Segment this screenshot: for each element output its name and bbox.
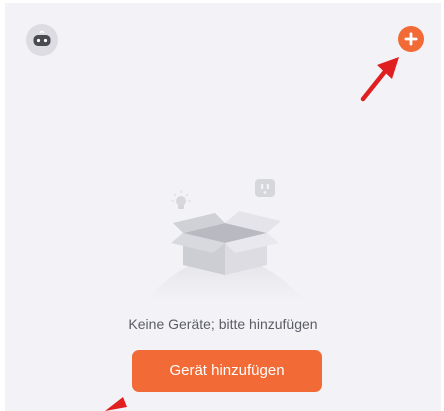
add-device-icon-button[interactable]	[398, 26, 424, 52]
empty-state-message: Keine Geräte; bitte hinzufügen	[128, 316, 318, 332]
plus-circle-icon	[398, 26, 424, 52]
annotation-arrow-top	[360, 57, 399, 102]
empty-box-icon	[145, 179, 305, 301]
home-screen: Keine Geräte; bitte hinzufügen Gerät hin…	[5, 3, 441, 411]
empty-illustration	[135, 173, 315, 303]
profile-avatar[interactable]	[26, 24, 58, 56]
add-device-button[interactable]: Gerät hinzufügen	[132, 350, 322, 392]
annotation-arrow-bottom	[105, 397, 127, 411]
robot-avatar-icon	[26, 24, 58, 56]
